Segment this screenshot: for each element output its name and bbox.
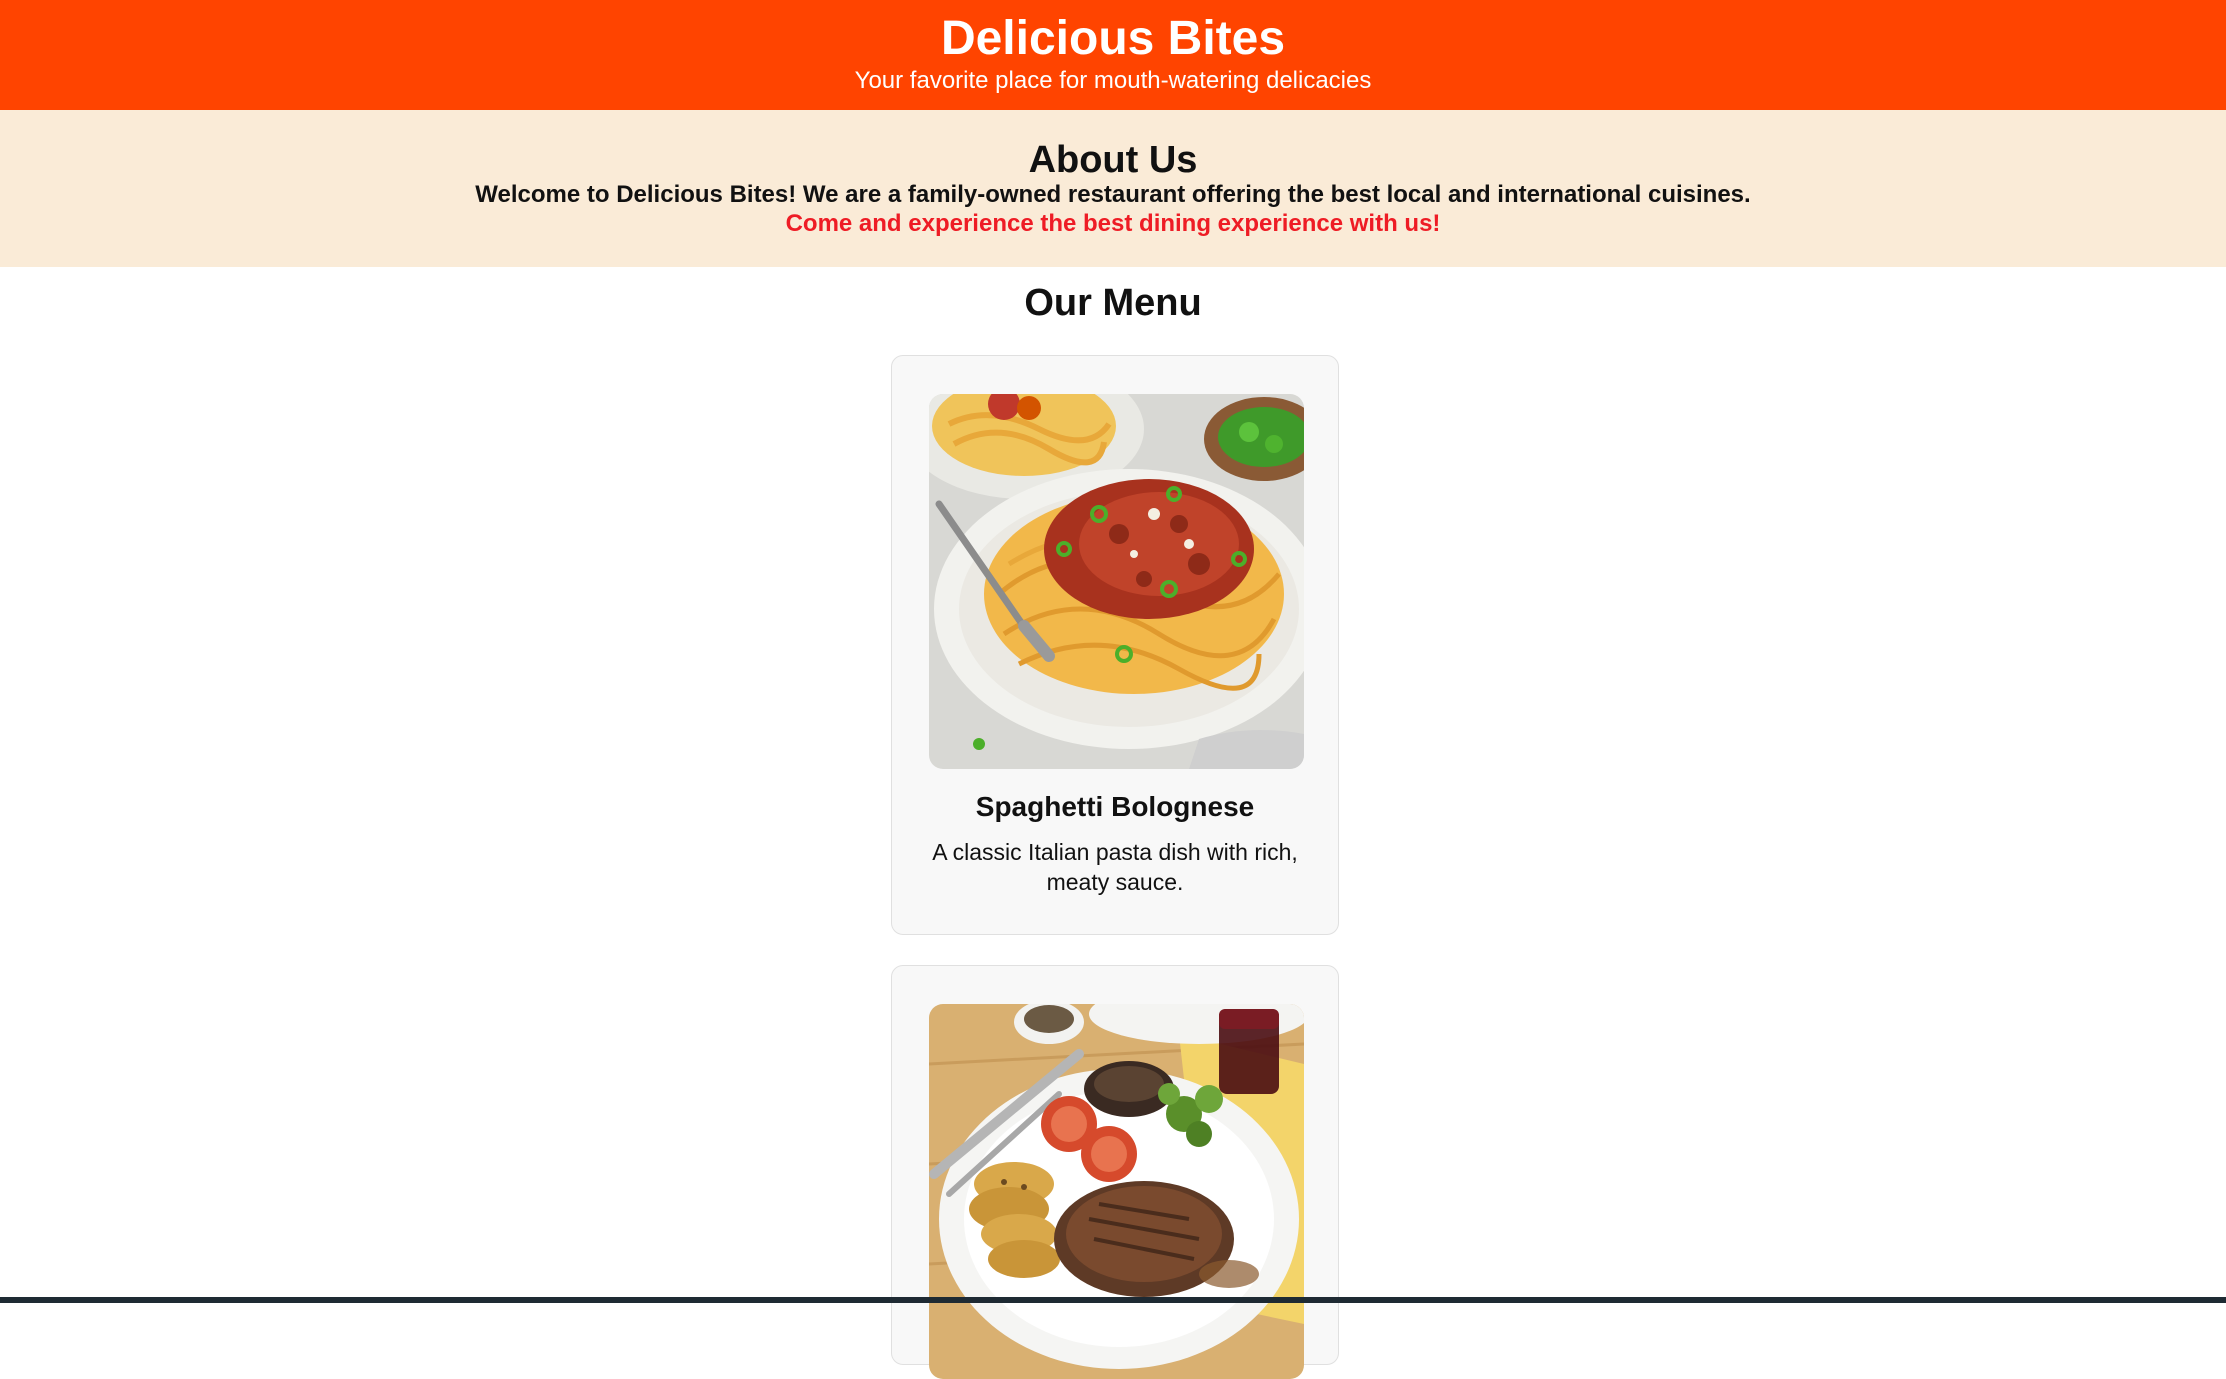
menu-card: Spaghetti Bolognese A classic Italian pa… (891, 355, 1339, 935)
about-section: About Us Welcome to Delicious Bites! We … (0, 110, 2226, 267)
about-cta: Come and experience the best dining expe… (785, 210, 1441, 237)
site-header: Delicious Bites Your favorite place for … (0, 0, 2226, 110)
menu-heading: Our Menu (1024, 282, 1202, 324)
steak-plate-image (929, 1004, 1304, 1379)
about-heading: About Us (1028, 139, 1198, 181)
menu-item-description: A classic Italian pasta dish with rich, … (932, 839, 1298, 895)
site-tagline: Your favorite place for mouth-watering d… (854, 67, 1372, 94)
menu-item-name: Spaghetti Bolognese (975, 791, 1255, 822)
spaghetti-bolognese-image (929, 394, 1304, 769)
menu-card (891, 965, 1339, 1379)
taskbar-edge (0, 1297, 2226, 1303)
about-intro: Welcome to Delicious Bites! We are a fam… (475, 181, 1751, 208)
site-title: Delicious Bites (940, 12, 1286, 65)
